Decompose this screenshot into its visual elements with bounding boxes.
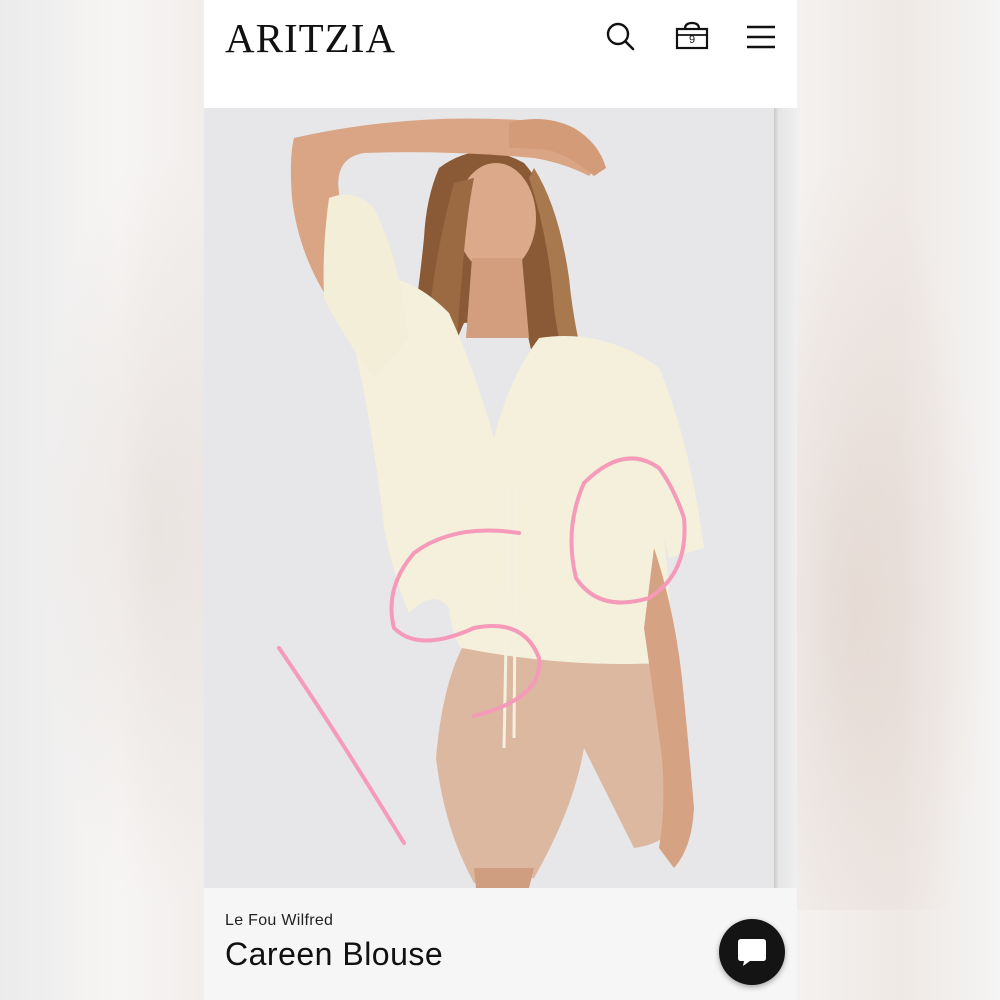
chat-bubble-icon [738,939,766,966]
next-photo-peek[interactable] [774,108,797,888]
background-blur-left [40,150,205,910]
product-title: Careen Blouse [225,936,444,972]
product-info: Le Fou Wilfred Careen Blouse [204,888,797,1000]
menu-button[interactable] [741,18,781,58]
mobile-page: ARITZIA 9 Le Fou Wilfred Careen Blouse [204,0,797,1000]
site-header: ARITZIA 9 [204,0,797,108]
product-photo[interactable] [204,108,774,888]
search-button[interactable] [602,18,642,58]
product-brand[interactable]: Le Fou Wilfred [225,912,333,930]
chat-button[interactable] [719,919,785,985]
cart-count-badge: 9 [688,34,696,46]
cart-button[interactable]: 9 [672,18,712,58]
product-photo-illustration [204,108,774,888]
search-icon [606,22,635,51]
aritzia-logo[interactable]: ARITZIA [225,14,396,62]
menu-icon [747,25,775,49]
background-blur-right [797,150,987,910]
